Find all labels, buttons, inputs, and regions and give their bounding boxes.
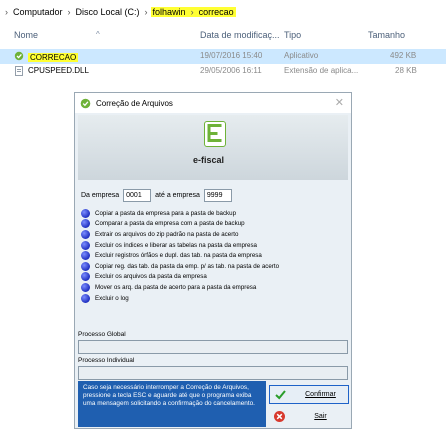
dialog-titlebar[interactable]: Correção de Arquivos ✕ [75,93,351,113]
step-item: Comparar a pasta da empresa com a pasta … [81,219,347,230]
breadcrumb-item-computador[interactable]: Computador [11,7,65,17]
step-dot-icon [81,229,90,239]
step-dot-icon [81,240,90,250]
exit-button[interactable]: Sair [269,407,349,426]
column-header-modified[interactable]: Data de modificaç... [200,30,280,40]
close-icon[interactable]: ✕ [335,96,344,109]
process-individual-label: Processo Individual [78,357,135,364]
confirm-button[interactable]: Confirmar [269,385,349,404]
logo-text: e-fiscal [193,155,225,165]
column-header-type[interactable]: Tipo [284,30,301,40]
checkmark-icon [275,390,286,400]
column-header-size[interactable]: Tamanho [368,30,405,40]
breadcrumb-item-folhawin[interactable]: folhawin [150,7,188,17]
file-row-cpuspeed[interactable]: CPUSPEED.DLL 29/05/2006 16:11 Extensão d… [0,64,446,79]
file-modified: 19/07/2016 15:40 [200,51,263,60]
step-item: Copiar a pasta da empresa para a pasta d… [81,208,347,219]
application-icon [14,51,24,61]
step-label: Excluir os índices e liberar as tabelas … [95,241,257,249]
dll-file-icon [15,66,23,76]
breadcrumb-separator-icon: › [67,7,71,17]
step-item: Excluir o log [81,293,347,304]
sort-up-icon: ^ [96,30,100,39]
confirm-label: Confirmar [305,391,336,398]
step-dot-icon [81,282,90,292]
app-window-icon [80,98,91,108]
step-dot-icon [81,272,90,282]
step-dot-icon [81,219,90,229]
empresa-to-input[interactable]: 9999 [203,189,232,202]
breadcrumb-item-disco[interactable]: Disco Local (C:) [74,7,142,17]
efiscal-banner: e-fiscal [78,115,348,180]
step-item: Mover os arq. da pasta de acerto para a … [81,282,347,293]
file-list-header: ^ Nome Data de modificaç... Tipo Tamanho [0,26,446,44]
cancel-info-panel: Caso seja necessário interromper a Corre… [78,381,266,427]
empresa-range: Da empresa 0001 até a empresa 9999 [81,189,236,202]
step-item: Excluir registros órfãos e dupl. das tab… [81,250,347,261]
file-type: Aplicativo [284,51,319,60]
breadcrumb-item-correcao[interactable]: correcao [196,7,236,17]
process-global-label: Processo Global [78,331,126,338]
step-label: Copiar reg. das tab. da pasta da emp. p/… [95,262,280,270]
correcao-dialog: Correção de Arquivos ✕ e-fiscal Da empre… [74,92,352,429]
file-type: Extensão de aplica... [284,66,359,75]
breadcrumb-separator-icon: › [144,7,148,17]
step-item: Extrair os arquivos do zip padrão na pas… [81,229,347,240]
step-label: Extrair os arquivos do zip padrão na pas… [95,230,239,238]
step-dot-icon [81,251,90,261]
file-size: 492 KB [390,51,417,60]
step-label: Excluir o log [95,294,129,302]
step-label: Excluir os arquivos da pasta da empresa [95,273,207,281]
exit-label: Sair [314,413,327,420]
breadcrumb-chevron-icon[interactable]: › [2,7,11,17]
step-label: Mover os arq. da pasta de acerto para a … [95,283,257,291]
file-name: CORRECAO [28,53,79,62]
empresa-from-input[interactable]: 0001 [123,189,152,202]
step-item: Copiar reg. das tab. da pasta da emp. p/… [81,261,347,272]
process-individual-progress [78,366,348,380]
empresa-to-label: até a empresa [155,192,200,199]
step-list: Copiar a pasta da empresa para a pasta d… [81,208,347,303]
column-header-name[interactable]: Nome [14,30,38,40]
step-dot-icon [81,293,90,303]
cancel-icon [274,411,285,422]
file-row-correcao[interactable]: CORRECAO 19/07/2016 15:40 Aplicativo 492… [0,49,446,64]
empresa-from-label: Da empresa [81,192,120,199]
dialog-title: Correção de Arquivos [96,98,173,108]
file-name: CPUSPEED.DLL [28,66,89,75]
step-item: Excluir os arquivos da pasta da empresa [81,272,347,283]
efiscal-logo-icon [204,121,226,147]
file-size: 28 KB [395,66,417,75]
breadcrumb: › Computador › Disco Local (C:) › folhaw… [0,0,446,24]
step-item: Excluir os índices e liberar as tabelas … [81,240,347,251]
step-dot-icon [81,261,90,271]
step-dot-icon [81,208,90,218]
file-modified: 29/05/2006 16:11 [200,66,262,75]
process-global-progress [78,340,348,354]
breadcrumb-separator-icon: › [187,7,197,17]
step-label: Copiar a pasta da empresa para a pasta d… [95,209,237,217]
step-label: Excluir registros órfãos e dupl. das tab… [95,252,262,260]
step-label: Comparar a pasta da empresa com a pasta … [95,220,245,228]
